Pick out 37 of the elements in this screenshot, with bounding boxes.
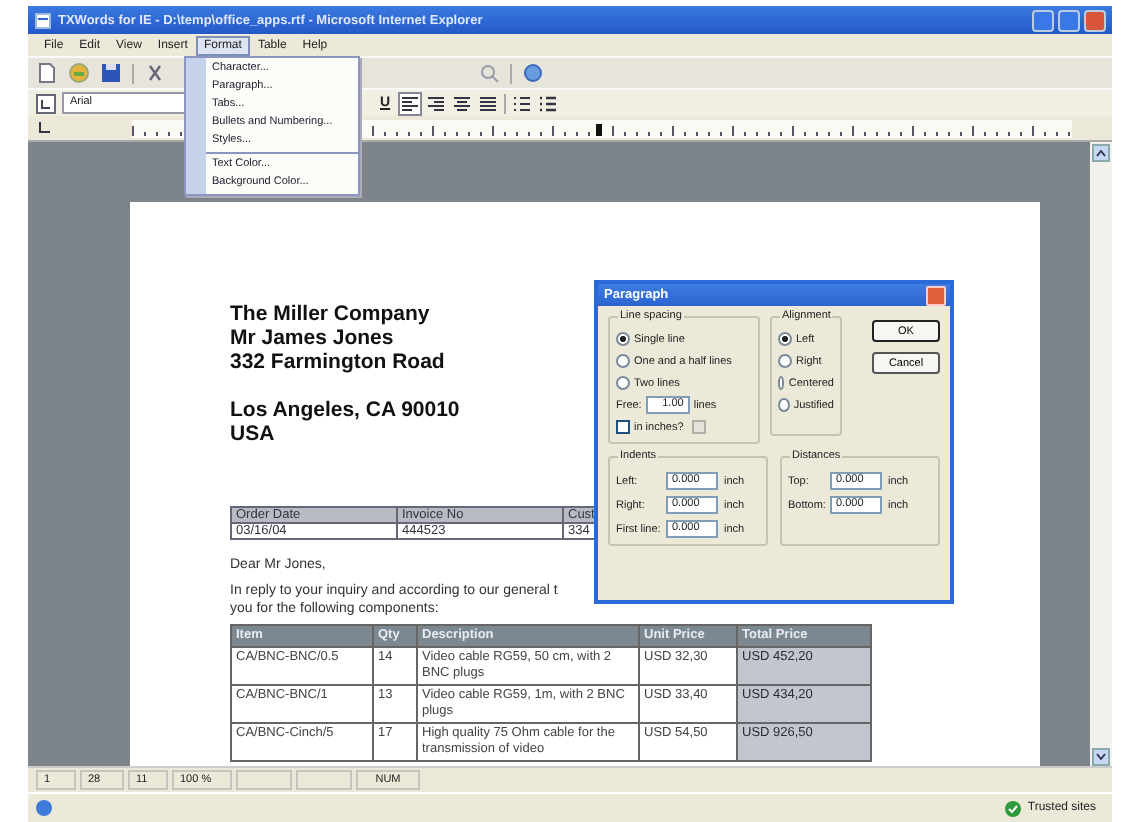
align-left-icon[interactable] bbox=[400, 93, 421, 113]
radio-button[interactable] bbox=[616, 354, 630, 368]
minimize-button[interactable] bbox=[1032, 9, 1054, 31]
numbered-list-icon[interactable] bbox=[512, 93, 533, 113]
radio-button[interactable] bbox=[778, 332, 792, 346]
align-center-icon[interactable] bbox=[452, 93, 473, 113]
radio-button[interactable] bbox=[778, 376, 785, 390]
save-icon[interactable] bbox=[100, 62, 122, 84]
globe-icon[interactable] bbox=[522, 62, 544, 84]
address-line: 332 Farmington Road bbox=[230, 350, 445, 374]
address-line: Mr James Jones bbox=[230, 326, 394, 350]
scrollbar[interactable] bbox=[1090, 142, 1112, 766]
app-icon bbox=[34, 11, 52, 29]
page-icon bbox=[34, 798, 54, 818]
bullet-list-icon[interactable] bbox=[538, 93, 559, 113]
new-document-icon[interactable] bbox=[36, 62, 58, 84]
checkbox[interactable] bbox=[616, 420, 630, 434]
radio-button[interactable] bbox=[616, 332, 630, 346]
address-line: Los Angeles, CA 90010 bbox=[230, 398, 460, 422]
tab-stop-icon[interactable] bbox=[36, 120, 52, 136]
scroll-up-icon[interactable] bbox=[1092, 144, 1110, 162]
radio-button[interactable] bbox=[616, 376, 630, 390]
cut-icon[interactable] bbox=[144, 62, 166, 84]
align-right-icon[interactable] bbox=[426, 93, 447, 113]
address-line: USA bbox=[230, 422, 275, 446]
trusted-sites-icon bbox=[1003, 799, 1022, 817]
status-pane bbox=[296, 770, 352, 790]
status-pane bbox=[236, 770, 292, 790]
close-button[interactable] bbox=[926, 285, 946, 305]
address-line: The Miller Company bbox=[230, 302, 430, 326]
close-button[interactable] bbox=[1084, 9, 1106, 31]
justify-icon[interactable] bbox=[478, 93, 499, 113]
radio-button[interactable] bbox=[778, 354, 792, 368]
radio-button[interactable] bbox=[778, 398, 790, 412]
restore-button[interactable] bbox=[1058, 9, 1080, 31]
style-icon[interactable] bbox=[36, 93, 56, 113]
scroll-down-icon[interactable] bbox=[1092, 748, 1110, 766]
